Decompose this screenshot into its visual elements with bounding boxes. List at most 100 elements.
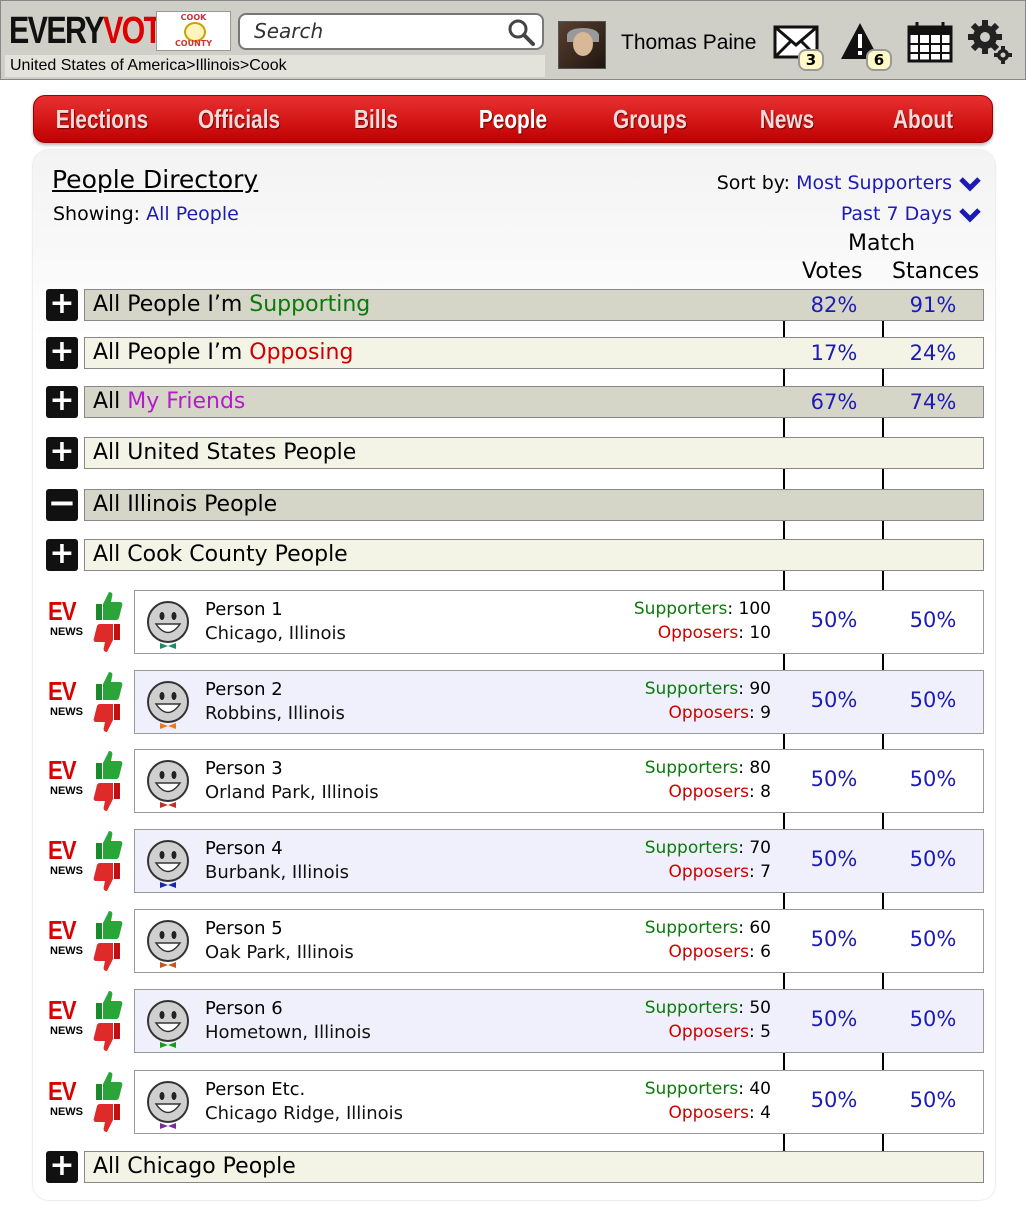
supporters-count: Supporters: 90 [644, 679, 771, 699]
thumbs-down-icon[interactable] [92, 1021, 124, 1053]
votes-match-percent: 50% [810, 688, 858, 712]
person-row[interactable]: Person 4 Burbank, Illinois Supporters: 70 O… [134, 829, 984, 893]
expand-button[interactable]: + [46, 289, 78, 321]
person-row[interactable]: Person Etc. Chicago Ridge, Illinois Suppor… [134, 1070, 984, 1134]
chevron-down-icon[interactable] [958, 207, 982, 223]
thumbs-up-icon[interactable] [92, 1070, 124, 1102]
everyvote-logo[interactable]: EVERYVOTE [9, 9, 181, 53]
nav-tab-about[interactable]: About [871, 104, 975, 135]
ev-logo-text: EV [48, 755, 77, 785]
group-row-opposing[interactable]: All People I’m Opposing 17% 24% [84, 337, 984, 369]
time-period-value[interactable]: Past 7 Days [841, 203, 952, 225]
stances-match-percent: 50% [909, 927, 957, 951]
person-row[interactable]: Person 6 Hometown, Illinois Supporters: 50… [134, 989, 984, 1053]
thumbs-down-icon[interactable] [92, 622, 124, 654]
person-row[interactable]: Person 5 Oak Park, Illinois Supporters: 60… [134, 909, 984, 973]
page-title: People Directory [52, 165, 259, 194]
search-input[interactable] [240, 15, 500, 47]
thumbs-up-icon[interactable] [92, 749, 124, 781]
opposers-count: Opposers: 7 [668, 862, 772, 882]
expand-button[interactable]: + [46, 539, 78, 571]
nav-tab-elections[interactable]: Elections [50, 104, 154, 135]
group-stances-match: 24% [909, 341, 957, 365]
showing-filter-value[interactable]: All People [146, 203, 239, 225]
person-name[interactable]: Person 5 [205, 918, 283, 939]
stances-match-percent: 50% [909, 1007, 957, 1031]
cook-county-seal[interactable]: COOK COUNTY [156, 11, 231, 51]
votes-column-header[interactable]: Votes [802, 259, 862, 284]
thumbs-down-icon[interactable] [92, 861, 124, 893]
alerts-count-badge: 6 [866, 49, 892, 71]
collapse-button[interactable]: − [46, 486, 78, 521]
thumbs-down-icon[interactable] [92, 941, 124, 973]
supporters-count: Supporters: 100 [633, 599, 771, 619]
ev-news-badge[interactable]: EV NEWS [48, 590, 124, 654]
nav-tab-news[interactable]: News [735, 104, 839, 135]
ev-news-badge[interactable]: EV NEWS [48, 909, 124, 973]
person-avatar[interactable] [143, 599, 193, 649]
nav-tab-people[interactable]: People [461, 104, 565, 135]
group-row-cook-county[interactable]: All Cook County People [84, 539, 984, 571]
expand-button[interactable]: + [46, 337, 78, 369]
person-avatar[interactable] [143, 998, 193, 1048]
search-icon[interactable] [506, 17, 536, 47]
breadcrumb[interactable]: United States of America>Illinois>Cook [5, 55, 545, 77]
person-name[interactable]: Person 4 [205, 838, 283, 859]
thumbs-up-icon[interactable] [92, 670, 124, 702]
nav-tab-officials[interactable]: Officials [187, 104, 291, 135]
chevron-down-icon[interactable] [958, 176, 982, 192]
group-row-friends[interactable]: All My Friends 67% 74% [84, 386, 984, 418]
sort-by-value[interactable]: Most Supporters [796, 172, 952, 194]
group-row-united-states[interactable]: All United States People [84, 437, 984, 469]
nav-tab-bills[interactable]: Bills [324, 104, 428, 135]
news-label: NEWS [50, 706, 83, 718]
gear-icon[interactable] [967, 19, 1013, 65]
thumbs-up-icon[interactable] [92, 989, 124, 1021]
user-name[interactable]: Thomas Paine [621, 31, 756, 55]
thumbs-up-icon[interactable] [92, 909, 124, 941]
ev-news-badge[interactable]: EV NEWS [48, 670, 124, 734]
person-location: Robbins, Illinois [205, 703, 345, 724]
ev-news-badge[interactable]: EV NEWS [48, 749, 124, 813]
votes-match-percent: 50% [810, 767, 858, 791]
person-avatar[interactable] [143, 918, 193, 968]
opposers-count: Opposers: 8 [668, 782, 772, 802]
expand-button[interactable]: + [46, 1151, 78, 1183]
calendar-icon[interactable] [907, 21, 953, 63]
person-name[interactable]: Person 1 [205, 599, 283, 620]
news-label: NEWS [50, 1106, 83, 1118]
thumbs-down-icon[interactable] [92, 781, 124, 813]
person-avatar[interactable] [143, 1079, 193, 1129]
ev-news-badge[interactable]: EV NEWS [48, 829, 124, 893]
ev-news-badge[interactable]: EV NEWS [48, 1070, 124, 1134]
user-avatar[interactable] [558, 21, 606, 69]
opposers-count: Opposers: 5 [668, 1022, 772, 1042]
stances-column-header[interactable]: Stances [892, 259, 979, 284]
ev-logo-text: EV [48, 915, 77, 945]
person-avatar[interactable] [143, 679, 193, 729]
group-row-chicago[interactable]: All Chicago People [84, 1151, 984, 1183]
nav-tab-groups[interactable]: Groups [598, 104, 702, 135]
person-row[interactable]: Person 2 Robbins, Illinois Supporters: 90 O… [134, 670, 984, 734]
expand-button[interactable]: + [46, 386, 78, 418]
thumbs-up-icon[interactable] [92, 590, 124, 622]
person-name[interactable]: Person Etc. [205, 1079, 305, 1100]
group-row-supporting[interactable]: All People I’m Supporting 82% 91% [84, 289, 984, 321]
person-location: Oak Park, Illinois [205, 942, 354, 963]
thumbs-down-icon[interactable] [92, 1102, 124, 1134]
ev-news-badge[interactable]: EV NEWS [48, 989, 124, 1053]
expand-button[interactable]: + [46, 437, 78, 469]
group-row-illinois[interactable]: All Illinois People [84, 489, 984, 521]
person-name[interactable]: Person 3 [205, 758, 283, 779]
person-name[interactable]: Person 2 [205, 679, 283, 700]
person-avatar[interactable] [143, 838, 193, 888]
person-avatar[interactable] [143, 758, 193, 808]
group-stances-match: 74% [909, 390, 957, 414]
person-row[interactable]: Person 3 Orland Park, Illinois Supporters:… [134, 749, 984, 813]
thumbs-down-icon[interactable] [92, 702, 124, 734]
supporters-count: Supporters: 40 [644, 1079, 771, 1099]
thumbs-up-icon[interactable] [92, 829, 124, 861]
person-row[interactable]: Person 1 Chicago, Illinois Supporters: 100… [134, 590, 984, 654]
person-name[interactable]: Person 6 [205, 998, 283, 1019]
news-label: NEWS [50, 626, 83, 638]
